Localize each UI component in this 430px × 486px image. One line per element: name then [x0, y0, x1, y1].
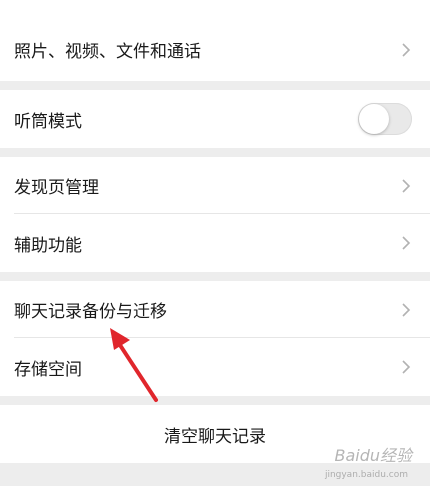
settings-item-label: 听筒模式 [14, 111, 82, 132]
settings-item-label: 聊天记录备份与迁移 [14, 302, 167, 322]
settings-group-storage: 聊天记录备份与迁移 存储空间 [0, 281, 430, 396]
annotation-arrow-icon [110, 328, 158, 402]
settings-item-accessibility[interactable]: 辅助功能 [0, 214, 430, 272]
chevron-right-icon [402, 178, 411, 193]
settings-item-label: 发现页管理 [14, 178, 99, 198]
section-gap [0, 396, 430, 405]
section-gap [0, 272, 430, 281]
watermark-url: jingyan.baidu.com [324, 470, 408, 480]
settings-item-discover-management[interactable]: 发现页管理 [0, 157, 430, 214]
clear-chat-history-label: 清空聊天记录 [164, 426, 266, 447]
top-partial-row [0, 0, 430, 18]
settings-item-storage[interactable]: 存储空间 [0, 338, 430, 396]
section-gap [0, 148, 430, 157]
settings-group-media: 照片、视频、文件和通话 [0, 18, 430, 81]
settings-group-discover: 发现页管理 辅助功能 [0, 157, 430, 272]
settings-item-media[interactable]: 照片、视频、文件和通话 [0, 18, 430, 81]
settings-item-chat-backup[interactable]: 聊天记录备份与迁移 [0, 281, 430, 338]
settings-item-label: 存储空间 [14, 359, 82, 380]
settings-item-label: 辅助功能 [14, 235, 82, 256]
settings-item-earpiece-mode: 听筒模式 [0, 90, 430, 148]
watermark-logo: Baidu经验 [334, 446, 412, 465]
settings-item-label: 照片、视频、文件和通话 [14, 42, 201, 62]
chevron-right-icon [402, 360, 411, 374]
earpiece-mode-toggle[interactable] [358, 103, 412, 135]
section-gap [0, 81, 430, 90]
chevron-right-icon [402, 42, 411, 57]
toggle-knob [359, 104, 389, 134]
settings-group-earpiece: 听筒模式 [0, 90, 430, 148]
chevron-right-icon [402, 302, 411, 317]
chevron-right-icon [402, 236, 411, 250]
